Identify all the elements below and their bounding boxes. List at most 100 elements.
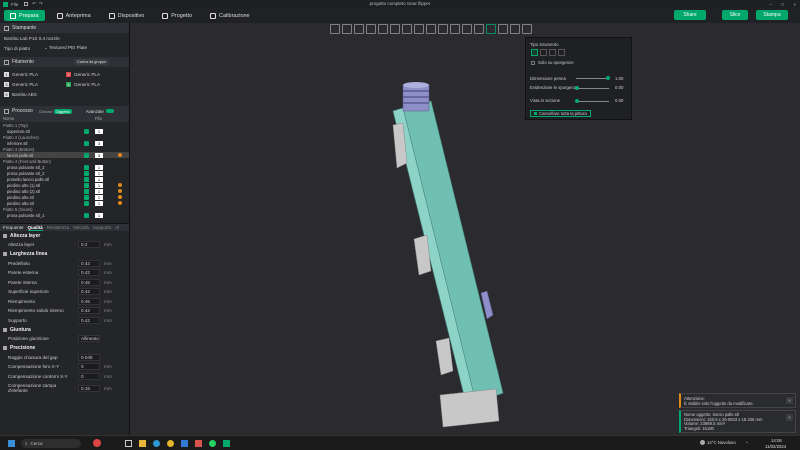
whatsapp-icon[interactable]	[209, 439, 216, 447]
weather-text[interactable]: 12°C Nuvoloso	[707, 440, 736, 445]
subtab-speed[interactable]: Velocità	[73, 225, 89, 230]
text-icon[interactable]	[498, 24, 508, 34]
param-value-input[interactable]: 0.42	[78, 259, 100, 267]
pen-size-value[interactable]: 1.00	[615, 76, 623, 81]
object-filament-number[interactable]: 3	[95, 140, 103, 146]
object-visible-checkbox[interactable]	[84, 212, 89, 218]
brush-sphere-icon[interactable]	[540, 49, 547, 56]
minimize-icon[interactable]: –	[769, 2, 772, 7]
measure-icon[interactable]	[510, 24, 520, 34]
assembly-icon[interactable]	[522, 24, 532, 34]
taskbar-search[interactable]: ⌕ Cerca	[21, 438, 81, 448]
pen-size-slider[interactable]	[576, 76, 610, 80]
taskview-icon[interactable]	[125, 439, 132, 447]
scale-icon[interactable]	[414, 24, 424, 34]
support-paint-icon[interactable]	[462, 24, 472, 34]
param-value-input[interactable]: 0.42	[78, 307, 100, 315]
object-visible-checkbox[interactable]	[84, 194, 89, 200]
store-icon[interactable]	[181, 439, 188, 447]
object-visible-checkbox[interactable]	[84, 176, 89, 182]
object-visible-checkbox[interactable]	[84, 128, 89, 134]
system-tray-icon[interactable]: ⌃	[745, 441, 749, 447]
only-overhang-row[interactable]: Solo su sporgenze	[531, 60, 574, 65]
filament-group-button[interactable]: Carica da gruppo	[73, 59, 110, 65]
process-global-toggle[interactable]: Globale	[39, 109, 53, 114]
object-filament-number[interactable]: 1	[95, 200, 103, 206]
param-value-input[interactable]: Allineato	[78, 335, 100, 343]
boolean-icon[interactable]	[450, 24, 460, 34]
tab-prepare[interactable]: Prepara	[4, 10, 45, 21]
print-button[interactable]: Stampa	[756, 10, 788, 20]
clear-paint-button[interactable]: Cancellare tutta la pittura	[530, 110, 591, 117]
tab-project[interactable]: Progetto	[156, 10, 198, 21]
add-plate-icon[interactable]	[342, 24, 352, 34]
param-value-input[interactable]: 0	[78, 363, 100, 371]
clock-time[interactable]: 14:06	[771, 438, 782, 443]
object-visible-checkbox[interactable]	[84, 188, 89, 194]
add-object-icon[interactable]	[330, 24, 340, 34]
maximize-icon[interactable]: □	[781, 2, 784, 7]
section-view-slider[interactable]	[575, 99, 609, 103]
object-filament-number[interactable]: 1	[95, 182, 103, 188]
printer-selector[interactable]: Bambu Lab P1S 0.4 nozzle	[0, 33, 129, 43]
filament-item[interactable]: 5 Bambu ABS	[0, 90, 65, 98]
section-view-value[interactable]: 0.00	[615, 98, 623, 103]
chrome-icon[interactable]	[167, 439, 174, 447]
section-view-thumb[interactable]	[575, 99, 579, 103]
seam-paint-icon[interactable]	[474, 24, 484, 34]
orient-icon[interactable]	[354, 24, 364, 34]
overhang-slider[interactable]	[575, 86, 609, 90]
plate-type-select[interactable]: ⌄ Textured PEI Plate	[44, 45, 87, 51]
3d-viewport[interactable]	[131, 23, 800, 435]
brush-circle-icon[interactable]	[531, 49, 538, 56]
object-filament-number[interactable]: 1	[95, 176, 103, 182]
app-icon[interactable]	[195, 439, 202, 447]
object-filament-number[interactable]: 1	[95, 170, 103, 176]
param-value-input[interactable]: 0.15	[78, 384, 100, 392]
explorer-icon[interactable]	[139, 439, 146, 447]
object-filament-number[interactable]: 1	[95, 188, 103, 194]
process-object-toggle[interactable]: Oggetto	[53, 108, 72, 114]
overhang-value[interactable]: 0.00	[615, 85, 623, 90]
tab-calibration[interactable]: Calibrazione	[204, 10, 256, 21]
param-value-input[interactable]: 0.049	[78, 353, 100, 361]
filament-item[interactable]: 2 Generic PLA	[62, 70, 127, 78]
object-filament-number[interactable]: 1	[95, 128, 103, 134]
param-value-input[interactable]: 0.45	[78, 278, 100, 286]
close-icon[interactable]: ×	[793, 2, 796, 7]
object-visible-checkbox[interactable]	[84, 140, 89, 146]
object-filament-number[interactable]: 3	[95, 152, 103, 158]
param-value-input[interactable]: 0.45	[78, 297, 100, 305]
close-icon[interactable]: ×	[786, 414, 793, 421]
rotate-icon[interactable]	[402, 24, 412, 34]
copilot-icon[interactable]	[93, 439, 101, 447]
fill-icon[interactable]	[549, 49, 556, 56]
subtab-other[interactable]: Al	[115, 225, 119, 230]
only-overhang-checkbox[interactable]	[531, 60, 535, 65]
subtab-support[interactable]: Supporto	[93, 225, 111, 230]
subtab-frequent[interactable]: Frequente	[3, 225, 24, 230]
param-value-input[interactable]: 0.42	[78, 316, 100, 324]
object-visible-checkbox[interactable]	[84, 182, 89, 188]
subtab-quality[interactable]: Qualità	[27, 225, 43, 231]
filament-item[interactable]: 1 Generic PLA	[0, 70, 65, 78]
color-paint-icon[interactable]	[486, 24, 496, 34]
edge-icon[interactable]	[153, 439, 160, 447]
object-visible-checkbox[interactable]	[84, 170, 89, 176]
filament-item[interactable]: 4 Generic PLA	[62, 80, 127, 88]
move-icon[interactable]	[390, 24, 400, 34]
advanced-toggle[interactable]	[105, 109, 114, 113]
lay-on-face-icon[interactable]	[426, 24, 436, 34]
tab-preview[interactable]: Anteprima	[51, 10, 97, 21]
filament-item[interactable]: 3 Generic PLA	[0, 80, 65, 88]
object-row[interactable]: prova pulsante.stl_1 1	[0, 212, 129, 218]
object-filament-number[interactable]: 1	[95, 164, 103, 170]
subtab-strength[interactable]: Resistenza	[47, 225, 69, 230]
cut-icon[interactable]	[438, 24, 448, 34]
param-value-input[interactable]: 0.2	[78, 241, 100, 249]
param-value-input[interactable]: 0	[78, 372, 100, 380]
object-filament-number[interactable]: 1	[95, 212, 103, 218]
object-filament-number[interactable]: 1	[95, 194, 103, 200]
bambu-studio-icon[interactable]	[223, 439, 230, 447]
clock-date[interactable]: 11/02/2024	[765, 444, 786, 449]
